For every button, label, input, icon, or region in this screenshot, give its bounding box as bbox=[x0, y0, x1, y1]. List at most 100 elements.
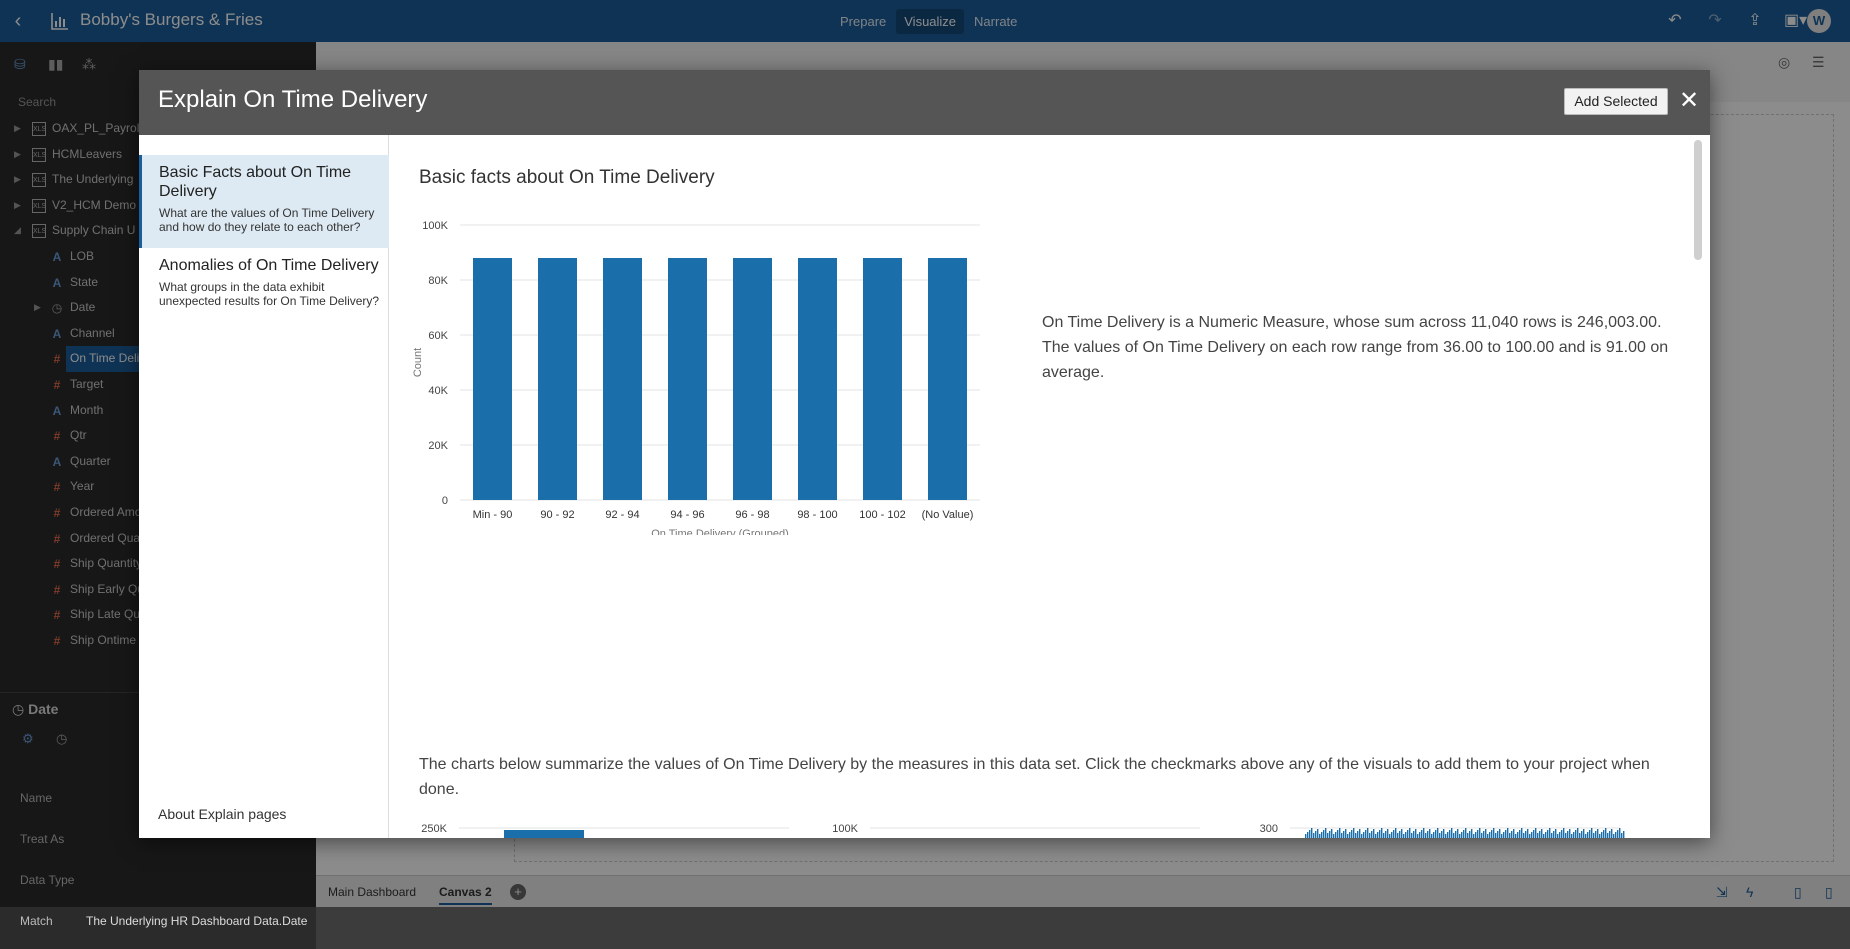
x-tick-label: (No Value) bbox=[922, 509, 974, 521]
bar bbox=[1423, 828, 1425, 838]
bar bbox=[1381, 828, 1383, 838]
bar bbox=[1317, 829, 1319, 838]
bar bbox=[1493, 828, 1495, 838]
y-tick-label: 0 bbox=[442, 495, 448, 507]
bar bbox=[1589, 830, 1591, 838]
bar bbox=[1551, 833, 1553, 838]
y-tick-label: 300 bbox=[1260, 823, 1278, 835]
bar bbox=[1329, 831, 1331, 838]
x-tick-label: 94 - 96 bbox=[670, 509, 704, 521]
bar bbox=[1327, 833, 1329, 838]
bar bbox=[1355, 833, 1357, 838]
bar bbox=[1537, 833, 1539, 838]
bar bbox=[1477, 830, 1479, 838]
x-tick-label: 92 - 94 bbox=[605, 509, 639, 521]
bar bbox=[1497, 831, 1499, 838]
bar bbox=[1433, 832, 1435, 838]
summary-text: On Time Delivery is a Numeric Measure, w… bbox=[1042, 314, 1669, 381]
y-tick-label: 100K bbox=[832, 823, 858, 835]
bar bbox=[1359, 829, 1361, 838]
bar bbox=[1617, 830, 1619, 838]
bar bbox=[1443, 829, 1445, 838]
dialog-title: Explain On Time Delivery bbox=[158, 86, 428, 113]
bar bbox=[1463, 830, 1465, 838]
sidebar-item-basic-facts[interactable]: Basic Facts about On Time Delivery What … bbox=[139, 155, 389, 248]
mini-chart-3[interactable]: 300 bbox=[1250, 820, 1630, 838]
bar bbox=[1577, 828, 1579, 838]
measures-intro-text: The charts below summarize the values of… bbox=[419, 756, 1650, 798]
x-tick-label: Min - 90 bbox=[473, 509, 513, 521]
bar bbox=[1451, 828, 1453, 838]
bar bbox=[1593, 833, 1595, 838]
bar bbox=[1453, 833, 1455, 838]
bar bbox=[1403, 834, 1405, 838]
bar bbox=[1307, 832, 1309, 838]
bar bbox=[1393, 830, 1395, 838]
on-time-delivery-histogram[interactable]: 0 20K 40K 60K 80K 100K Min - 90 90 - 92 92 - 94 9… bbox=[390, 205, 1010, 535]
bar bbox=[1605, 828, 1607, 838]
bar bbox=[1481, 833, 1483, 838]
bar bbox=[1501, 834, 1503, 838]
bar bbox=[1375, 834, 1377, 838]
bar bbox=[1459, 834, 1461, 838]
bar bbox=[1457, 829, 1459, 838]
y-tick-label: 80K bbox=[428, 275, 448, 287]
bar bbox=[668, 258, 707, 500]
mini-chart-1[interactable]: 250K bbox=[419, 820, 799, 838]
bar bbox=[1411, 833, 1413, 838]
bar bbox=[1429, 829, 1431, 838]
bar bbox=[1331, 829, 1333, 838]
bar bbox=[863, 258, 902, 500]
bar bbox=[1519, 830, 1521, 838]
bar bbox=[1547, 830, 1549, 838]
explain-content: Basic facts about On Time Delivery 0 20K 4… bbox=[390, 135, 1710, 838]
bar bbox=[1613, 834, 1615, 838]
bar bbox=[1553, 831, 1555, 838]
bar bbox=[1563, 828, 1565, 838]
bar bbox=[1581, 831, 1583, 838]
y-axis-label: Count bbox=[412, 348, 424, 377]
bar bbox=[1447, 832, 1449, 838]
bar bbox=[1569, 829, 1571, 838]
bar bbox=[1555, 829, 1557, 838]
bar bbox=[1421, 830, 1423, 838]
bar bbox=[1407, 830, 1409, 838]
explain-sidebar: Basic Facts about On Time Delivery What … bbox=[139, 135, 389, 838]
about-explain-link[interactable]: About Explain pages bbox=[158, 806, 286, 822]
bar bbox=[1425, 833, 1427, 838]
bar bbox=[1465, 828, 1467, 838]
bar bbox=[1619, 828, 1621, 838]
section-title[interactable]: Basic facts about On Time Delivery bbox=[419, 167, 715, 189]
bar bbox=[1573, 832, 1575, 838]
bar bbox=[1479, 828, 1481, 838]
bar bbox=[1323, 830, 1325, 838]
bar bbox=[1575, 830, 1577, 838]
bar bbox=[1517, 832, 1519, 838]
bar bbox=[1523, 833, 1525, 838]
bar bbox=[1513, 829, 1515, 838]
bar bbox=[1455, 831, 1457, 838]
bar bbox=[1417, 834, 1419, 838]
bar bbox=[1469, 831, 1471, 838]
bar bbox=[1389, 834, 1391, 838]
add-selected-button[interactable]: Add Selected bbox=[1564, 88, 1668, 115]
bar bbox=[1545, 832, 1547, 838]
bar bbox=[1473, 834, 1475, 838]
bar bbox=[1395, 828, 1397, 838]
bar bbox=[1339, 828, 1341, 838]
bar bbox=[1467, 833, 1469, 838]
mini-chart-2[interactable]: 100K bbox=[830, 820, 1210, 838]
bar bbox=[1541, 829, 1543, 838]
bar bbox=[1491, 830, 1493, 838]
y-tick-label: 20K bbox=[428, 440, 448, 452]
bar bbox=[1309, 830, 1311, 838]
close-icon[interactable]: ✕ bbox=[1676, 88, 1702, 114]
bar bbox=[1595, 831, 1597, 838]
sidebar-item-anomalies[interactable]: Anomalies of On Time Delivery What group… bbox=[139, 248, 389, 328]
content-scrollbar[interactable] bbox=[1694, 140, 1702, 260]
bar bbox=[1607, 833, 1609, 838]
bar bbox=[1533, 830, 1535, 838]
bar bbox=[1487, 834, 1489, 838]
bar bbox=[1615, 832, 1617, 838]
bar bbox=[1371, 831, 1373, 838]
